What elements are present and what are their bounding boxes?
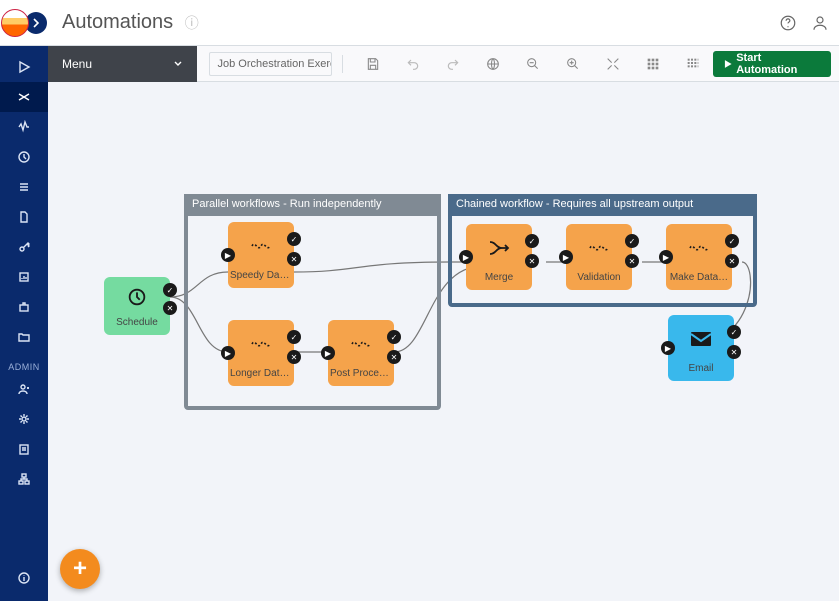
port-cross-icon[interactable]: ✕ [525,254,539,268]
menu-button[interactable]: Menu [48,46,197,82]
node-longer-label: Longer Data… [228,368,294,383]
plus-icon: + [73,555,87,583]
sidebar-item-run[interactable] [0,52,48,82]
node-speedy-data[interactable]: Speedy Data… ▶ ✓ ✕ [228,222,294,288]
zoom-out-icon[interactable] [513,46,553,82]
process-icon [666,224,732,272]
add-node-button[interactable]: + [60,549,100,589]
port-play-icon[interactable]: ▶ [221,346,235,360]
port-check-icon[interactable]: ✓ [163,283,177,297]
node-make-label: Make Data… [666,272,732,287]
node-validation-label: Validation [566,272,632,287]
port-play-icon[interactable]: ▶ [459,250,473,264]
user-icon[interactable] [811,14,829,32]
save-icon[interactable] [353,46,393,82]
sidebar-item-reports[interactable] [0,262,48,292]
port-play-icon[interactable]: ▶ [559,250,573,264]
separator [342,55,343,73]
port-cross-icon[interactable]: ✕ [387,350,401,364]
node-make-data[interactable]: Make Data… ▶ ✓ ✕ [666,224,732,290]
node-longer-data[interactable]: Longer Data… ▶ ✓ ✕ [228,320,294,386]
port-cross-icon[interactable]: ✕ [727,345,741,359]
sidebar-admin-label: ADMIN [8,362,40,372]
automation-name[interactable]: Job Orchestration Exerci… [209,52,332,76]
sidebar-item-schedules[interactable] [0,142,48,172]
top-header: Automations ⓘ [0,0,839,46]
node-schedule-label: Schedule [104,317,170,332]
port-check-icon[interactable]: ✓ [287,232,301,246]
process-icon [566,224,632,272]
port-check-icon[interactable]: ✓ [525,234,539,248]
sidebar-item-users[interactable] [0,374,48,404]
port-check-icon[interactable]: ✓ [725,234,739,248]
port-play-icon[interactable]: ▶ [661,341,675,355]
port-cross-icon[interactable]: ✕ [287,252,301,266]
node-validation[interactable]: Validation ▶ ✓ ✕ [566,224,632,290]
toolbar: Menu Job Orchestration Exerci… S [48,46,839,82]
sidebar-item-keys[interactable] [0,232,48,262]
process-icon [228,222,294,270]
port-cross-icon[interactable]: ✕ [625,254,639,268]
sidebar: ADMIN [0,46,48,601]
logo-group [0,9,48,37]
process-icon [328,320,394,368]
sidebar-item-org[interactable] [0,464,48,494]
port-cross-icon[interactable]: ✕ [287,350,301,364]
port-play-icon[interactable]: ▶ [659,250,673,264]
chevron-down-icon [173,59,183,69]
globe-icon[interactable] [473,46,513,82]
zoom-in-icon[interactable] [553,46,593,82]
grid-small-icon[interactable] [673,46,713,82]
sidebar-item-jobs[interactable] [0,292,48,322]
page-title: Automations ⓘ [62,11,199,34]
start-automation-button[interactable]: Start Automation [713,51,831,77]
sidebar-item-audit[interactable] [0,434,48,464]
clock-icon [104,277,170,317]
group-parallel-title: Parallel workflows - Run independently [184,194,441,216]
info-icon[interactable]: ⓘ [185,15,199,31]
start-label: Start Automation [736,52,821,76]
fit-icon[interactable] [593,46,633,82]
sidebar-item-list[interactable] [0,172,48,202]
redo-icon[interactable] [433,46,473,82]
port-cross-icon[interactable]: ✕ [725,254,739,268]
node-merge-label: Merge [466,272,532,287]
undo-icon[interactable] [393,46,433,82]
workflow-canvas[interactable]: Parallel workflows - Run independently C… [48,82,839,601]
node-merge[interactable]: Merge ▶ ✓ ✕ [466,224,532,290]
email-icon [668,315,734,363]
node-post-processing[interactable]: Post Processi… ▶ ✓ ✕ [328,320,394,386]
group-parallel[interactable]: Parallel workflows - Run independently [184,194,441,410]
port-play-icon[interactable]: ▶ [321,346,335,360]
port-check-icon[interactable]: ✓ [727,325,741,339]
node-email[interactable]: Email ▶ ✓ ✕ [668,315,734,381]
port-play-icon[interactable]: ▶ [221,248,235,262]
node-schedule[interactable]: Schedule ✓ ✕ [104,277,170,335]
node-email-label: Email [668,363,734,378]
node-post-label: Post Processi… [328,368,394,383]
sidebar-item-activity[interactable] [0,112,48,142]
port-check-icon[interactable]: ✓ [287,330,301,344]
port-cross-icon[interactable]: ✕ [163,301,177,315]
sidebar-item-folder[interactable] [0,322,48,352]
port-check-icon[interactable]: ✓ [625,234,639,248]
group-chained-title: Chained workflow - Requires all upstream… [448,194,757,216]
merge-icon [466,224,532,272]
sidebar-item-files[interactable] [0,202,48,232]
help-icon[interactable] [779,14,797,32]
sidebar-item-automations[interactable] [0,82,48,112]
grid-large-icon[interactable] [633,46,673,82]
menu-label: Menu [62,57,92,71]
play-icon [723,59,733,69]
port-check-icon[interactable]: ✓ [387,330,401,344]
node-speedy-label: Speedy Data… [228,270,294,285]
page-title-text: Automations [62,11,173,33]
process-icon [228,320,294,368]
sidebar-item-settings[interactable] [0,404,48,434]
sidebar-item-info[interactable] [0,563,48,593]
app-logo-icon [1,9,29,37]
